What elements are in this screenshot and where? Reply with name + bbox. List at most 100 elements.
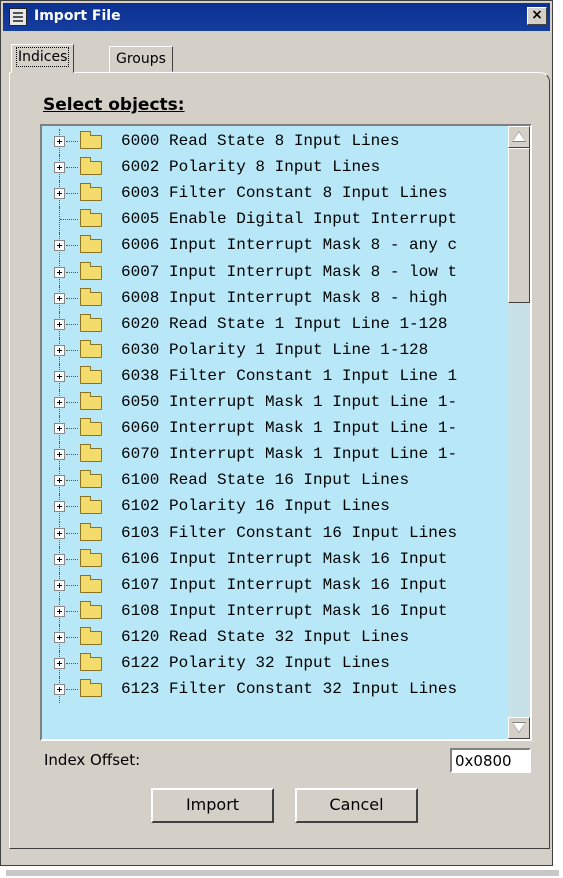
tree-item[interactable]: 6122 Polarity 32 Input Lines — [42, 651, 508, 677]
tree-item[interactable]: 6103 Filter Constant 16 Input Lines — [42, 520, 508, 547]
vertical-scrollbar[interactable] — [508, 126, 530, 739]
expand-plus-icon[interactable] — [54, 579, 65, 591]
tree-branch-line — [66, 297, 78, 299]
tree-item-label: 6005 Enable Digital Input Interrupt — [121, 210, 458, 229]
window-title: Import File — [34, 8, 121, 24]
scroll-up-arrow-icon[interactable] — [508, 126, 530, 148]
expand-plus-icon[interactable] — [54, 605, 65, 617]
tab-groups[interactable]: Groups — [109, 46, 173, 72]
expand-plus-icon[interactable] — [54, 423, 65, 435]
tree-item-label: 6006 Input Interrupt Mask 8 - any c — [121, 236, 458, 255]
expand-plus-icon[interactable] — [54, 684, 65, 696]
expand-plus-icon[interactable] — [54, 136, 65, 147]
tree-item-label: 6020 Read State 1 Input Line 1-128 — [121, 314, 448, 333]
expand-plus-icon[interactable] — [54, 658, 65, 669]
folder-icon — [80, 131, 102, 149]
tree-branch-line — [60, 219, 78, 221]
tree-branch-line — [66, 454, 78, 456]
tree-item[interactable]: 6003 Filter Constant 8 Input Lines — [42, 181, 508, 208]
cancel-button[interactable]: Cancel — [295, 788, 418, 823]
index-offset-input[interactable]: 0x0800 — [450, 748, 531, 773]
folder-icon — [80, 653, 102, 671]
tree-item[interactable]: 6123 Filter Constant 32 Input Lines — [42, 677, 508, 704]
tree-item[interactable]: 6038 Filter Constant 1 Input Line 1 — [42, 363, 508, 390]
title-bar[interactable]: Import File × — [3, 3, 550, 31]
tree-branch-line — [66, 689, 78, 691]
tree-item[interactable]: 6005 Enable Digital Input Interrupt — [42, 207, 508, 234]
tree-item[interactable]: 6120 Read State 32 Input Lines — [42, 624, 508, 651]
tab-groups-label: Groups — [116, 51, 166, 67]
folder-icon — [80, 470, 102, 489]
tab-indices[interactable]: Indices — [11, 44, 75, 73]
tree-item-label: 6102 Polarity 16 Input Lines — [121, 497, 390, 516]
tree-branch-line — [66, 636, 78, 638]
tree-item-label: 6038 Filter Constant 1 Input Line 1 — [121, 366, 458, 385]
expand-plus-icon[interactable] — [54, 553, 65, 565]
folder-icon — [80, 235, 102, 254]
tree-branch-line — [66, 506, 78, 508]
tree-item-label: 6108 Input Interrupt Mask 16 Input — [121, 601, 448, 620]
folder-icon — [80, 287, 102, 306]
expand-plus-icon[interactable] — [54, 475, 65, 487]
folder-icon — [80, 522, 102, 541]
close-button[interactable]: × — [527, 7, 547, 25]
tree-item[interactable]: 6002 Polarity 8 Input Lines — [42, 155, 508, 182]
tree-item[interactable]: 6102 Polarity 16 Input Lines — [42, 494, 508, 521]
tree-branch-line — [66, 167, 78, 169]
tree-branch-line — [66, 193, 78, 195]
scroll-down-arrow-icon[interactable] — [508, 717, 530, 739]
tree-item[interactable]: 6106 Input Interrupt Mask 16 Input — [42, 546, 508, 573]
expand-plus-icon[interactable] — [54, 501, 65, 513]
tree-item[interactable]: 6060 Interrupt Mask 1 Input Line 1- — [42, 416, 508, 443]
expand-plus-icon[interactable] — [54, 292, 65, 304]
expand-plus-icon[interactable] — [54, 344, 65, 356]
tree-item[interactable]: 6070 Interrupt Mask 1 Input Line 1- — [42, 442, 508, 469]
tree-item-label: 6002 Polarity 8 Input Lines — [121, 158, 381, 177]
folder-icon — [80, 261, 102, 280]
expand-plus-icon[interactable] — [54, 527, 65, 539]
folder-icon — [80, 418, 102, 437]
tree-item-label: 6120 Read State 32 Input Lines — [121, 627, 410, 646]
tree-item[interactable]: 6100 Read State 16 Input Lines — [42, 468, 508, 495]
tree-item-label: 6030 Polarity 1 Input Line 1-128 — [121, 340, 429, 359]
folder-icon — [80, 209, 102, 228]
tree-item[interactable]: 6030 Polarity 1 Input Line 1-128 — [42, 337, 508, 364]
scrollbar-thumb[interactable] — [508, 148, 530, 303]
expand-plus-icon[interactable] — [54, 397, 65, 408]
expand-plus-icon[interactable] — [54, 370, 65, 382]
tree-item[interactable]: 6020 Read State 1 Input Line 1-128 — [42, 311, 508, 338]
expand-plus-icon[interactable] — [54, 240, 65, 252]
objects-tree-list[interactable]: 6000 Read State 8 Input Lines 6002 Polari… — [40, 124, 532, 741]
tree-item-label: 6122 Polarity 32 Input Lines — [121, 654, 390, 672]
tree-branch-line — [66, 245, 78, 247]
tree-item-label: 6050 Interrupt Mask 1 Input Line 1- — [121, 393, 458, 411]
window-icon — [9, 8, 27, 26]
tree-item-label: 6007 Input Interrupt Mask 8 - low t — [121, 262, 458, 281]
folder-icon — [80, 313, 102, 332]
tree-branch-line — [66, 271, 78, 273]
tree-branch-line — [66, 141, 78, 142]
tree-item[interactable]: 6107 Input Interrupt Mask 16 Input — [42, 572, 508, 599]
folder-icon — [80, 496, 102, 515]
folder-icon — [80, 339, 102, 358]
tree-branch-line — [66, 402, 78, 403]
tree-item[interactable]: 6108 Input Interrupt Mask 16 Input — [42, 598, 508, 625]
expand-plus-icon[interactable] — [54, 162, 65, 174]
expand-plus-icon[interactable] — [54, 188, 65, 200]
tab-indices-label: Indices — [15, 47, 70, 67]
tree-item-label: 6123 Filter Constant 32 Input Lines — [121, 680, 458, 699]
folder-icon — [80, 626, 102, 645]
tree-item[interactable]: 6007 Input Interrupt Mask 8 - low t — [42, 259, 508, 286]
expand-plus-icon[interactable] — [54, 449, 65, 461]
tree-branch-line — [66, 584, 78, 586]
tree-item[interactable]: 6000 Read State 8 Input Lines — [42, 129, 508, 155]
expand-plus-icon[interactable] — [54, 318, 65, 330]
expand-plus-icon[interactable] — [54, 631, 65, 643]
folder-icon — [80, 365, 102, 384]
import-button[interactable]: Import — [151, 788, 274, 823]
tree-item[interactable]: 6050 Interrupt Mask 1 Input Line 1- — [42, 390, 508, 416]
expand-plus-icon[interactable] — [54, 266, 65, 278]
tree-item-label: 6100 Read State 16 Input Lines — [121, 471, 410, 490]
tree-item[interactable]: 6006 Input Interrupt Mask 8 - any c — [42, 233, 508, 260]
tree-item[interactable]: 6008 Input Interrupt Mask 8 - high — [42, 285, 508, 312]
